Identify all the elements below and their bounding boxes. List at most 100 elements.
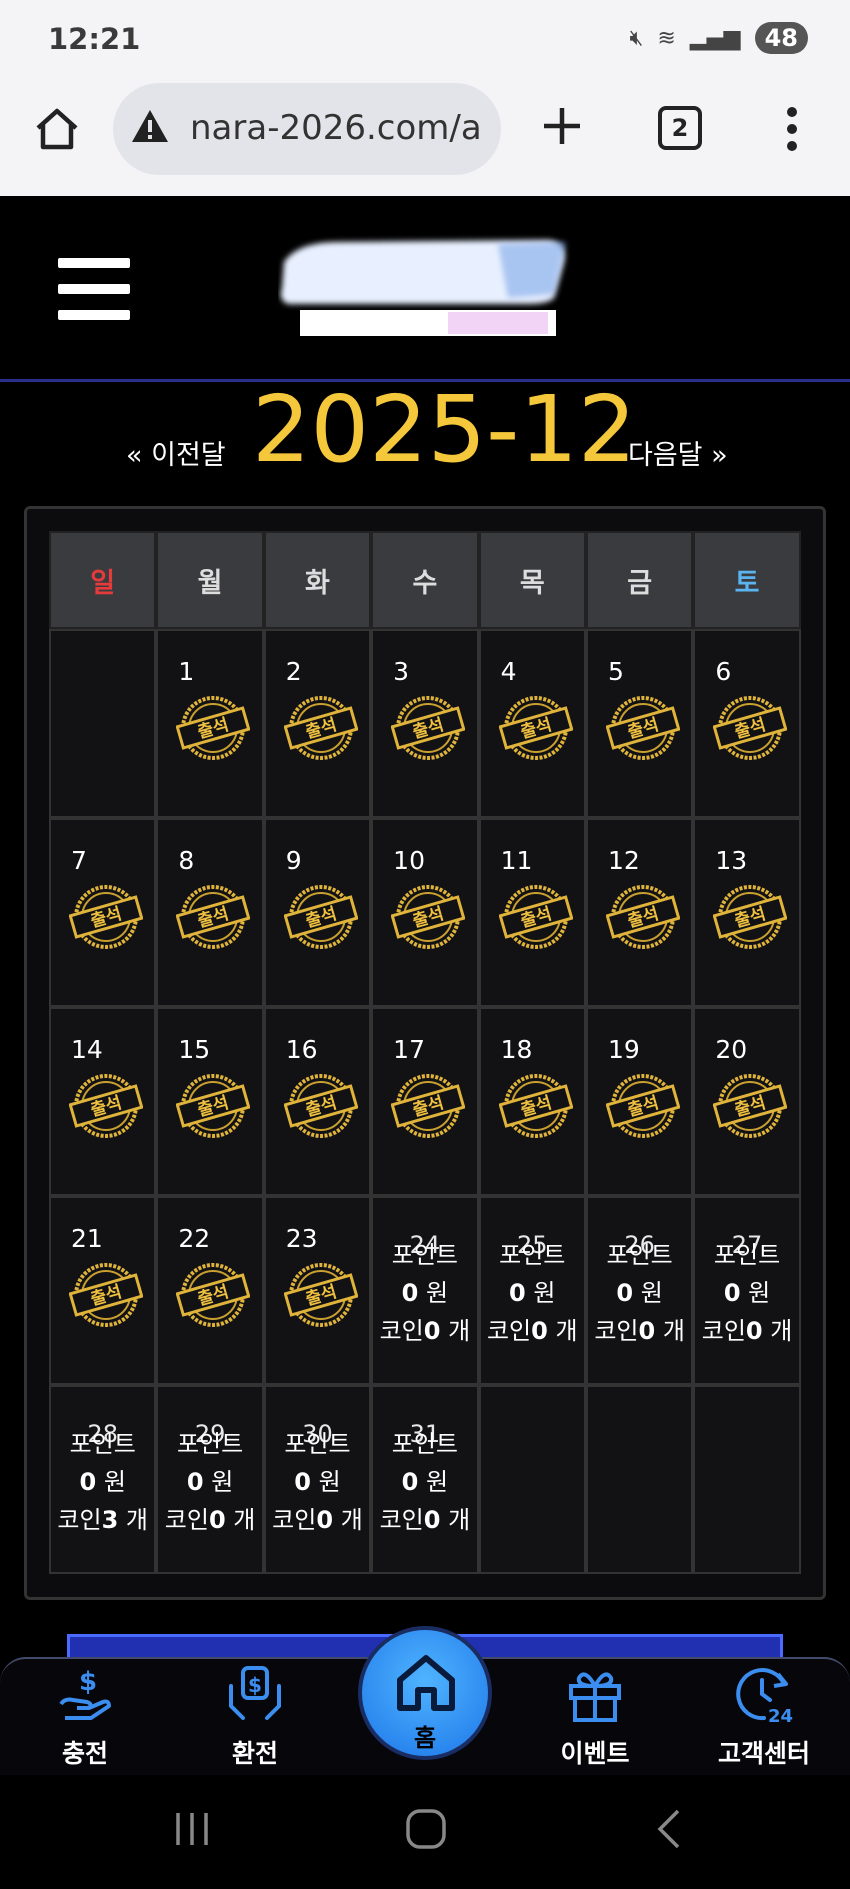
coin-label: 코인 <box>701 1317 746 1345</box>
day-cell[interactable]: 31 포인트 0 원 코인0 개 <box>371 1385 479 1574</box>
home-icon <box>397 1655 455 1711</box>
nav-exchange[interactable]: $ 환전 <box>195 1664 315 1770</box>
day-cell[interactable]: 24 포인트 0 원 코인0 개 <box>371 1196 479 1385</box>
day-cell[interactable]: 16 출석 <box>263 1007 372 1196</box>
day-info: 25 포인트 0 원 코인0 개 <box>481 1231 584 1350</box>
wifi-icon: ≋ <box>657 25 676 51</box>
day-cell[interactable]: 9 출석 <box>263 818 372 1007</box>
day-number: 10 <box>393 846 425 875</box>
day-cell[interactable]: 27 포인트 0 원 코인0 개 <box>693 1196 801 1385</box>
day-number: 1 <box>178 657 195 686</box>
day-cell[interactable]: 23 출석 <box>263 1196 372 1385</box>
nav-home[interactable]: 홈 <box>358 1626 492 1760</box>
day-number: 7 <box>71 846 87 875</box>
won-unit: 원 <box>211 1468 234 1496</box>
current-month: 2025-12 <box>252 376 637 483</box>
day-number: 24 <box>409 1231 441 1259</box>
day-cell[interactable]: 17 출석 <box>371 1007 479 1196</box>
day-cell[interactable]: 1 출석 <box>156 629 264 818</box>
day-cell[interactable]: 18 출석 <box>478 1007 586 1196</box>
attendance-stamp-icon: 출석 <box>713 696 788 760</box>
browser-home-icon[interactable] <box>34 106 80 152</box>
day-number: 20 <box>715 1035 748 1064</box>
coin-value: 0 <box>638 1317 656 1345</box>
nav-home-label: 홈 <box>413 1724 437 1752</box>
tab-switcher-button[interactable]: 2 <box>658 106 702 150</box>
day-cell[interactable]: 2 출석 <box>263 629 372 818</box>
count-unit: 개 <box>770 1317 793 1345</box>
nav-event[interactable]: 이벤트 <box>535 1664 655 1770</box>
new-tab-icon[interactable] <box>540 104 584 148</box>
day-cell[interactable]: 12 출석 <box>585 818 694 1007</box>
day-cell[interactable]: 19 출석 <box>585 1007 694 1196</box>
coin-value: 0 <box>531 1317 548 1345</box>
day-number: 2 <box>285 657 302 686</box>
attendance-stamp-icon: 출석 <box>283 696 358 760</box>
next-month-link[interactable]: 다음달 » <box>628 433 728 472</box>
won-unit: 원 <box>103 1468 126 1496</box>
point-value: 0 <box>509 1279 526 1307</box>
coin-label: 코인 <box>272 1506 317 1534</box>
not-secure-icon[interactable] <box>130 108 170 144</box>
site-logo[interactable] <box>278 232 578 342</box>
system-home-icon[interactable] <box>404 1807 448 1851</box>
weekday-thu: 목 <box>478 531 586 629</box>
day-cell[interactable]: 28 포인트 0 원 코인3 개 <box>49 1385 157 1574</box>
day-info: 31 포인트 0 원 코인0 개 <box>373 1420 476 1539</box>
day-info: 30 포인트 0 원 코인0 개 <box>266 1420 369 1539</box>
nav-charge[interactable]: $ 충전 <box>25 1664 145 1770</box>
exchange-icon: $ <box>229 1666 281 1720</box>
nav-support[interactable]: 24 고객센터 <box>704 1664 824 1770</box>
day-cell[interactable]: 10 출석 <box>371 818 479 1007</box>
day-cell[interactable]: 8 출석 <box>156 818 264 1007</box>
day-number: 21 <box>71 1224 103 1253</box>
day-cell[interactable]: 29 포인트 0 원 코인0 개 <box>156 1385 264 1574</box>
attendance-stamp-icon: 출석 <box>498 696 573 760</box>
prev-month-link[interactable]: « 이전달 <box>126 433 226 472</box>
day-cell[interactable]: 7 출석 <box>49 818 157 1007</box>
coin-label: 코인 <box>379 1506 424 1534</box>
week-row: 21 출석 22 출석 23 출석 24 포인트 0 원 코인0 개 25 포인트 0 원 코인0… <box>49 1196 801 1385</box>
day-cell[interactable]: 11 출석 <box>478 818 586 1007</box>
nav-charge-label: 충전 <box>61 1739 108 1768</box>
day-number: 18 <box>500 1035 533 1064</box>
day-number: 26 <box>624 1231 655 1259</box>
day-cell[interactable]: 6 출석 <box>693 629 801 818</box>
day-number: 30 <box>302 1420 333 1448</box>
attendance-stamp-icon: 출석 <box>391 885 466 949</box>
day-cell[interactable]: 25 포인트 0 원 코인0 개 <box>478 1196 586 1385</box>
attendance-stamp-icon: 출석 <box>713 1074 788 1138</box>
coin-label: 코인 <box>379 1317 424 1345</box>
attendance-stamp-icon: 출석 <box>605 1074 680 1138</box>
day-cell[interactable]: 20 출석 <box>693 1007 801 1196</box>
point-value: 0 <box>79 1468 97 1496</box>
point-value: 0 <box>401 1279 419 1307</box>
day-cell[interactable]: 30 포인트 0 원 코인0 개 <box>263 1385 372 1574</box>
day-number: 8 <box>178 846 195 875</box>
url-text[interactable]: nara-2026.com/a <box>190 108 482 148</box>
day-cell[interactable]: 21 출석 <box>49 1196 157 1385</box>
recent-apps-icon[interactable] <box>170 1807 214 1851</box>
more-options-icon[interactable] <box>786 106 798 152</box>
day-cell[interactable]: 14 출석 <box>49 1007 157 1196</box>
gift-icon <box>569 1672 621 1722</box>
attendance-stamp-icon: 출석 <box>69 1263 143 1327</box>
attendance-stamp-icon: 출석 <box>605 885 680 949</box>
hamburger-menu-icon[interactable] <box>58 258 130 320</box>
day-number: 13 <box>715 846 748 875</box>
weekday-wed: 수 <box>371 531 479 629</box>
day-number: 29 <box>194 1420 226 1448</box>
back-icon[interactable] <box>648 1807 692 1851</box>
day-cell[interactable]: 4 출석 <box>478 629 586 818</box>
won-unit: 원 <box>640 1279 663 1307</box>
coin-label: 코인 <box>486 1317 532 1345</box>
day-cell[interactable]: 5 출석 <box>585 629 694 818</box>
day-cell[interactable]: 22 출석 <box>156 1196 264 1385</box>
weekday-tue: 화 <box>263 531 372 629</box>
day-cell[interactable]: 15 출석 <box>156 1007 264 1196</box>
day-cell[interactable]: 26 포인트 0 원 코인0 개 <box>585 1196 694 1385</box>
day-info: 29 포인트 0 원 코인0 개 <box>158 1420 261 1539</box>
attendance-stamp-icon: 출석 <box>391 1074 466 1138</box>
day-cell[interactable]: 13 출석 <box>693 818 801 1007</box>
day-cell[interactable]: 3 출석 <box>371 629 479 818</box>
